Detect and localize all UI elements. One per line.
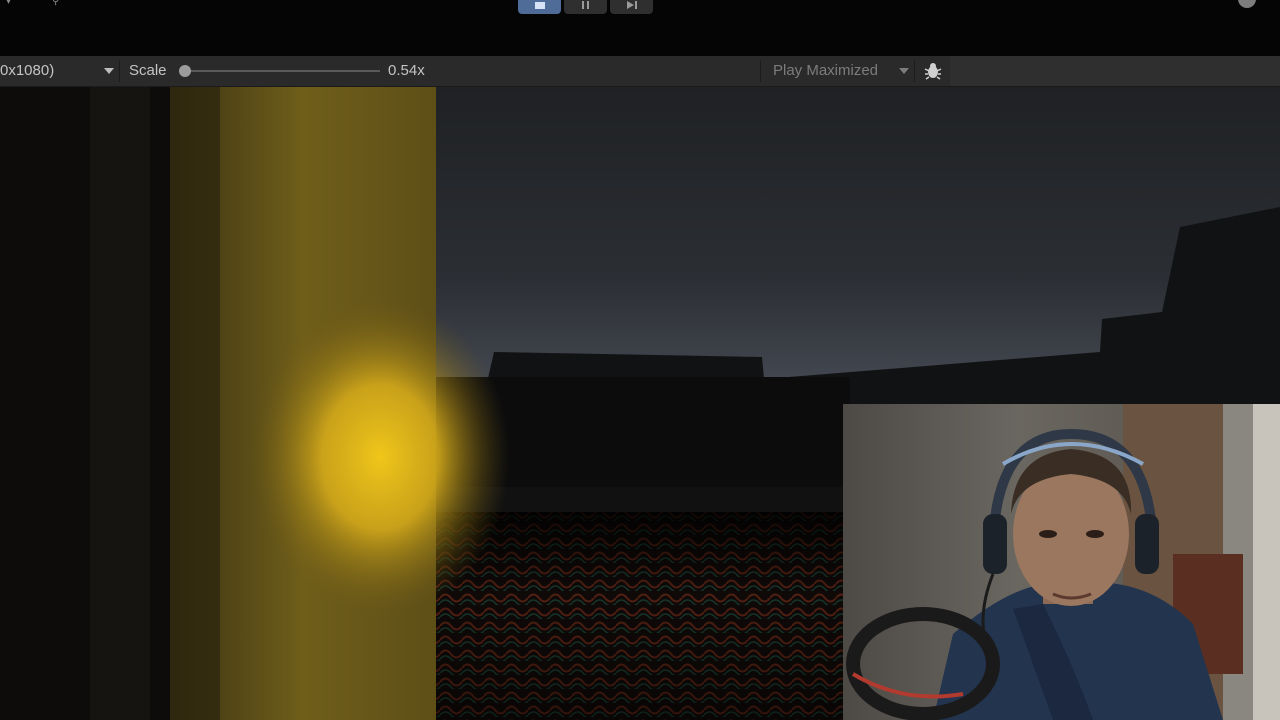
divider [760,60,761,82]
top-left-icons: ▾ ⚲ [6,0,64,8]
pause-icon [582,1,589,9]
scale-value: 0.54x [388,62,425,79]
editor-top-bar: ▾ ⚲ [0,0,1280,56]
resolution-dropdown[interactable]: 0x1080) [0,62,54,79]
step-button[interactable] [610,0,653,14]
toolbar-spacer [950,56,1280,86]
bug-icon[interactable] [922,60,944,82]
play-mode-dropdown[interactable]: Play Maximized [773,62,878,79]
pause-button[interactable] [564,0,607,14]
divider [914,60,915,82]
chevron-down-icon[interactable] [899,68,909,74]
webcam-overlay [843,404,1280,720]
flashlight-spot [250,297,510,617]
scale-label: Scale [129,62,167,79]
play-controls [518,0,653,14]
webcam-feed [846,404,1280,720]
play-button[interactable] [518,0,561,14]
scale-slider-thumb[interactable] [179,65,191,77]
scale-slider-track[interactable] [184,70,380,72]
chevron-down-icon[interactable] [104,68,114,74]
account-icon[interactable] [1238,0,1256,8]
stop-icon [534,1,545,9]
link-icon[interactable]: ⚲ [52,0,64,8]
step-icon [626,1,637,9]
chevron-down-icon[interactable]: ▾ [6,0,18,8]
divider [119,60,120,82]
